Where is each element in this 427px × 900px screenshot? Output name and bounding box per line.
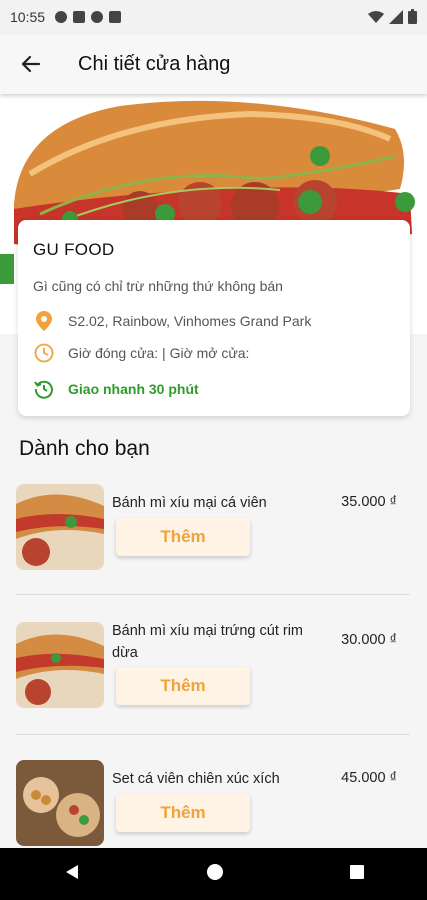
store-description: Gì cũng có chỉ trừ những thứ không bán <box>33 278 283 294</box>
item-thumbnail <box>16 484 104 570</box>
shield-status-icon <box>73 11 86 23</box>
divider <box>16 734 410 735</box>
arrow-left-icon <box>21 55 41 73</box>
store-hours-row: Giờ đóng cửa: | Giờ mở cửa: <box>33 342 249 364</box>
app-bar: Chi tiết cửa hàng <box>0 34 427 94</box>
store-info-card: GU FOOD Gì cũng có chỉ trừ những thứ khô… <box>18 220 410 416</box>
status-system-icons <box>368 9 417 24</box>
nav-recents-button[interactable] <box>349 864 365 885</box>
store-delivery-row: Giao nhanh 30 phút <box>33 378 199 400</box>
store-address-row: S2.02, Rainbow, Vinhomes Grand Park <box>33 310 311 332</box>
store-delivery-time: Giao nhanh 30 phút <box>68 381 199 397</box>
back-button[interactable] <box>16 49 46 79</box>
item-name: Set cá viên chiên xúc xích <box>112 771 280 787</box>
circle-home-icon <box>206 863 223 880</box>
add-button[interactable]: Thêm <box>116 518 250 556</box>
status-bar: 10:55 <box>0 0 427 34</box>
location-pin-icon <box>33 310 55 332</box>
item-price: 30.000 ₫ <box>341 632 397 648</box>
item-price: 45.000 ₫ <box>341 770 397 786</box>
nav-back-button[interactable] <box>63 863 81 886</box>
list-item: Bánh mì xíu mại cá viên 35.000 ₫ Thêm <box>0 482 427 602</box>
item-thumbnail <box>16 622 104 708</box>
item-name: Bánh mì xíu mại cá viên <box>112 495 267 511</box>
status-time: 10:55 <box>10 9 46 25</box>
item-thumbnail <box>16 760 104 846</box>
add-button[interactable]: Thêm <box>116 667 250 705</box>
history-icon <box>33 378 55 400</box>
system-nav-bar <box>0 848 427 900</box>
settings-status-icon <box>55 11 68 23</box>
battery-icon <box>408 9 417 24</box>
section-title: Dành cho bạn <box>19 437 150 460</box>
item-name: Bánh mì xíu mại trứng cút rim dừa <box>112 623 304 661</box>
status-notification-icons <box>55 11 122 23</box>
sync-status-icon <box>91 11 104 23</box>
add-button[interactable]: Thêm <box>116 794 250 832</box>
nav-home-button[interactable] <box>206 863 224 886</box>
signal-icon <box>389 9 403 24</box>
wifi-icon <box>368 10 384 23</box>
sim-status-icon <box>109 11 122 23</box>
triangle-back-icon <box>65 864 78 879</box>
divider <box>16 594 410 595</box>
item-price: 35.000 ₫ <box>341 494 397 510</box>
clock-icon <box>33 342 55 364</box>
list-item: Bánh mì xíu mại trứng cút rim dừa 30.000… <box>0 620 427 740</box>
store-name: GU FOOD <box>33 240 115 259</box>
store-hours: Giờ đóng cửa: | Giờ mở cửa: <box>68 345 250 361</box>
square-recents-icon <box>349 864 364 879</box>
page-title: Chi tiết cửa hàng <box>78 52 231 75</box>
store-address: S2.02, Rainbow, Vinhomes Grand Park <box>68 313 312 329</box>
